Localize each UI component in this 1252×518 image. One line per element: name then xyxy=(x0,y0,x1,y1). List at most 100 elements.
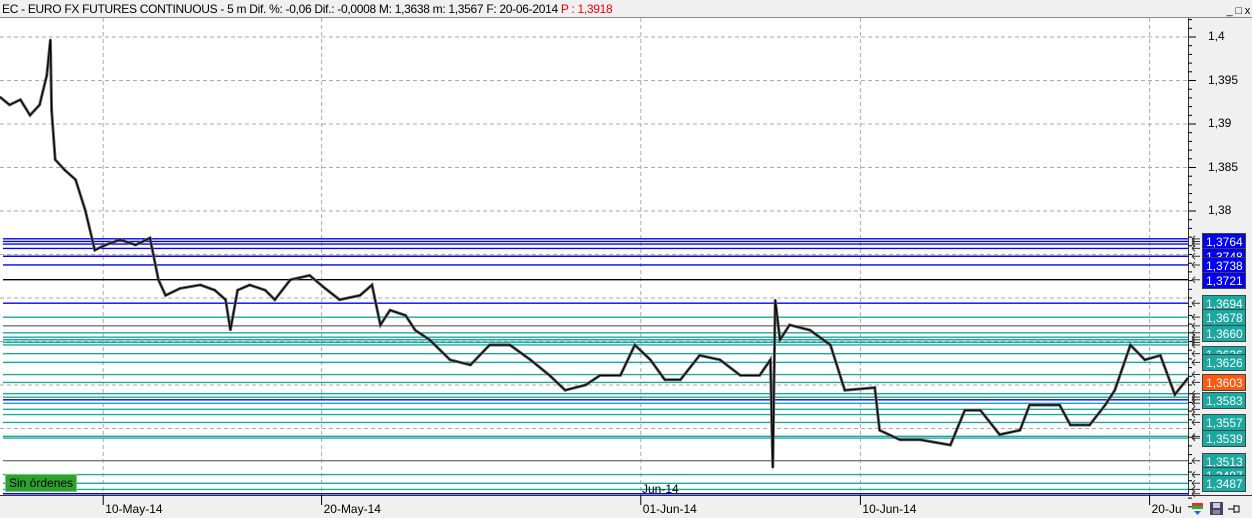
price-point xyxy=(1058,404,1061,406)
price-level-label[interactable]: 1,3678 xyxy=(1202,309,1246,327)
y-tick-label: 1,4 xyxy=(1208,29,1225,43)
current-price-label: 1,3603 xyxy=(1202,374,1246,392)
price-level-label[interactable]: 1,3626 xyxy=(1202,354,1246,372)
price-point xyxy=(389,309,391,311)
price-point xyxy=(1144,358,1146,361)
price-point xyxy=(619,374,622,377)
price-point xyxy=(469,364,472,366)
price-point xyxy=(1174,393,1176,396)
price-point xyxy=(449,358,451,361)
level-arrow-icon xyxy=(1191,276,1200,284)
price-point xyxy=(919,439,922,441)
price-point xyxy=(599,374,601,377)
price-point xyxy=(46,74,48,77)
price-point xyxy=(1159,354,1162,357)
level-arrow-icon xyxy=(1191,411,1200,418)
price-point xyxy=(719,358,721,361)
orders-badge[interactable]: Sin órdenes xyxy=(5,474,78,492)
price-point xyxy=(199,284,202,286)
price-point xyxy=(1019,429,1021,432)
price-point xyxy=(119,238,121,241)
price-point xyxy=(50,109,53,111)
level-arrow-icon xyxy=(1191,486,1200,493)
level-arrow-icon xyxy=(1191,329,1200,337)
price-point xyxy=(289,278,292,281)
price-point xyxy=(829,344,832,346)
price-point xyxy=(338,298,341,301)
price-point xyxy=(19,98,22,101)
level-arrow-icon xyxy=(1191,350,1200,358)
level-arrow-icon xyxy=(1191,419,1200,426)
level-arrow-icon xyxy=(1191,313,1200,321)
price-point xyxy=(758,374,761,377)
month-marker: Jun-14 xyxy=(642,482,679,496)
price-point xyxy=(94,249,96,251)
price-point xyxy=(1028,404,1031,406)
price-point xyxy=(529,358,532,361)
level-arrow-icon xyxy=(1191,359,1200,366)
price-point xyxy=(404,314,407,317)
price-point xyxy=(664,378,666,381)
y-tick-label: 1,39 xyxy=(1208,116,1232,130)
price-point xyxy=(874,386,876,389)
price-point xyxy=(64,169,66,171)
price-point xyxy=(964,409,966,412)
price-point xyxy=(49,38,52,41)
y-tick-label: 1,385 xyxy=(1208,159,1239,174)
price-point xyxy=(488,344,491,346)
price-point xyxy=(164,294,167,297)
price-point xyxy=(38,104,41,106)
price-point xyxy=(774,298,776,301)
price-point xyxy=(248,284,251,286)
level-arrow-icon xyxy=(1191,299,1200,307)
price-point xyxy=(229,329,232,331)
price-point xyxy=(1088,424,1091,426)
y-tick-label: 1,395 xyxy=(1208,72,1239,87)
price-point xyxy=(772,466,774,469)
price-level-label[interactable]: 1,3660 xyxy=(1202,324,1246,342)
x-tick-label: 10-Jun-14 xyxy=(862,502,917,516)
level-arrow-icon xyxy=(1191,379,1200,386)
price-level-label[interactable]: 1,3721 xyxy=(1202,271,1246,289)
price-level-label[interactable]: 1,3539 xyxy=(1202,430,1246,448)
price-point xyxy=(308,274,311,277)
y-tick-label: 1,38 xyxy=(1208,203,1232,217)
pin-icon[interactable] xyxy=(1226,501,1241,516)
price-point xyxy=(414,329,417,331)
price-point xyxy=(236,289,239,291)
price-point xyxy=(779,338,781,341)
flag-icon[interactable] xyxy=(1190,501,1205,516)
price-point xyxy=(679,378,682,381)
price-point xyxy=(1129,344,1132,346)
level-arrow-icon xyxy=(1191,490,1200,498)
price-point xyxy=(29,114,31,117)
price-point xyxy=(788,324,791,326)
price-level-label[interactable]: 1,3557 xyxy=(1202,414,1246,432)
price-point xyxy=(104,244,107,246)
price-point xyxy=(649,358,652,361)
price-point xyxy=(564,389,566,392)
level-arrow-icon xyxy=(1191,471,1200,478)
price-point xyxy=(739,374,742,377)
price-point xyxy=(84,209,86,211)
chart-svg xyxy=(0,18,1200,508)
x-tick-label: 10-May-14 xyxy=(105,502,163,516)
price-point xyxy=(324,287,327,290)
level-arrow-icon xyxy=(1191,252,1200,260)
x-tick-label: 01-Jun-14 xyxy=(642,502,697,516)
price-point xyxy=(54,158,56,161)
price-point xyxy=(698,354,701,357)
price-point xyxy=(1069,424,1072,426)
price-level-label[interactable]: 1,3583 xyxy=(1202,391,1246,409)
price-point xyxy=(379,324,382,326)
price-point xyxy=(74,178,77,181)
price-point xyxy=(157,278,160,281)
price-point xyxy=(949,444,952,446)
price-point xyxy=(359,294,361,297)
price-point xyxy=(1114,389,1116,392)
price-level-label[interactable]: 1,3487 xyxy=(1202,475,1246,493)
price-point xyxy=(1104,404,1106,406)
x-tick-label: 20-May-14 xyxy=(323,502,381,516)
save-icon[interactable] xyxy=(1209,501,1224,516)
price-point xyxy=(634,344,636,346)
